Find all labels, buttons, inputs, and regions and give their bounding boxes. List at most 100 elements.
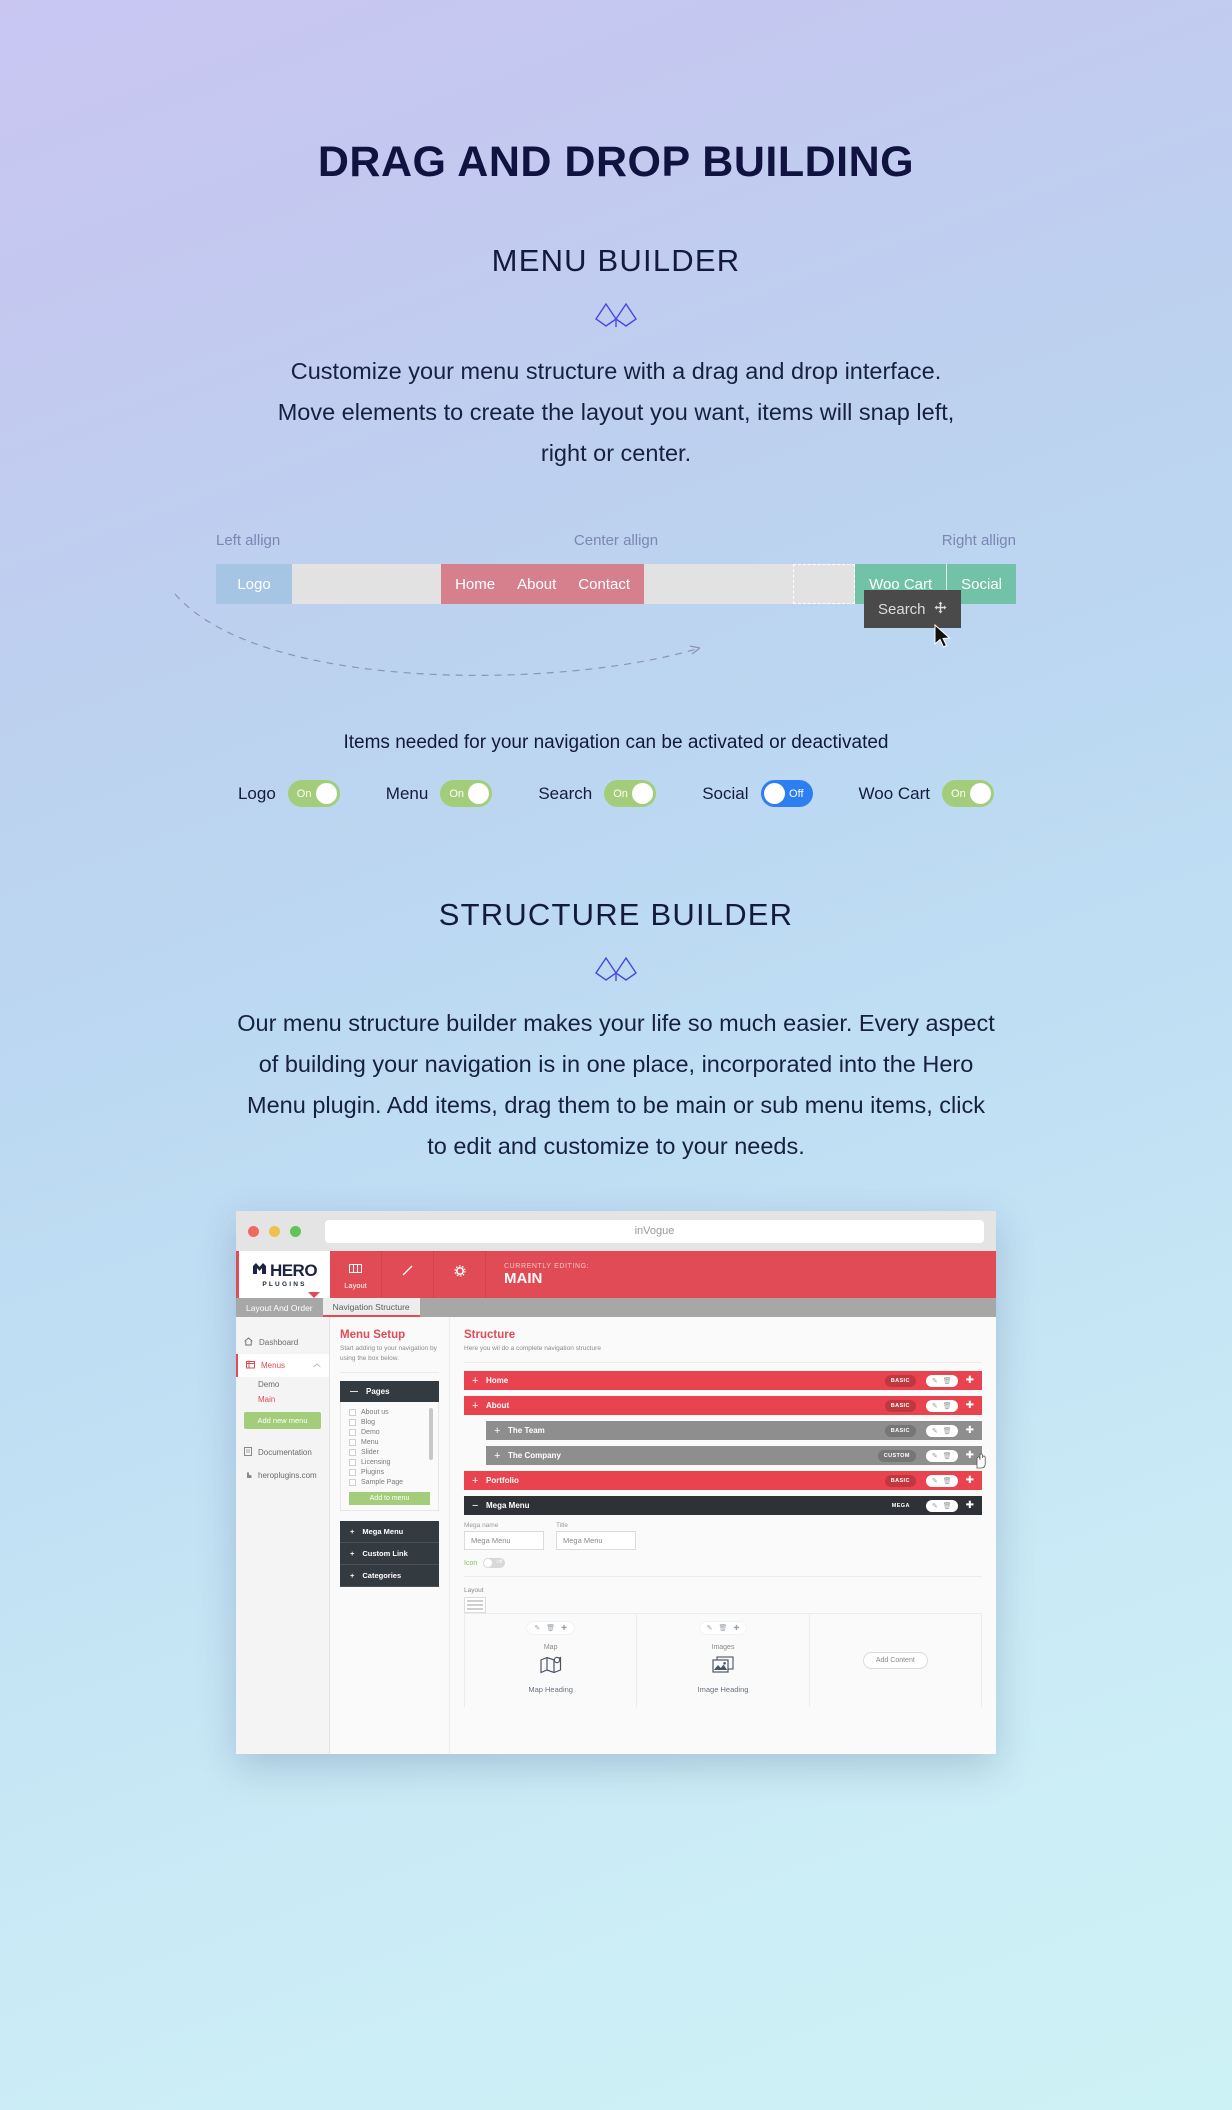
mega-name-input[interactable]: Mega Menu <box>464 1531 544 1550</box>
table-row[interactable]: + Portfolio BASIC ✎ 🗑 ✚ <box>464 1471 982 1490</box>
nav-center-group[interactable]: Home About Contact <box>441 564 644 604</box>
toggle-switch-woo-cart[interactable]: On <box>942 780 995 807</box>
list-item[interactable]: Plugins <box>349 1467 430 1477</box>
maximize-traffic-light-icon[interactable] <box>290 1225 301 1237</box>
expand-icon[interactable]: + <box>494 1425 508 1437</box>
row-actions[interactable]: ✎ 🗑 <box>925 1424 958 1437</box>
header-button-edit[interactable] <box>382 1251 434 1298</box>
content-block-map[interactable]: ✎ 🗑 ✚ Map Map Heading <box>465 1614 638 1707</box>
checkbox-icon[interactable] <box>349 1448 356 1456</box>
pencil-icon[interactable]: ✎ <box>932 1377 938 1385</box>
minimize-traffic-light-icon[interactable] <box>269 1225 280 1237</box>
trash-icon[interactable]: 🗑 <box>719 1624 728 1632</box>
checkbox-icon[interactable] <box>349 1418 356 1426</box>
list-item[interactable]: About us <box>349 1407 430 1417</box>
close-traffic-light-icon[interactable] <box>248 1225 259 1237</box>
plus-icon[interactable]: ✚ <box>733 1624 739 1632</box>
row-actions[interactable]: ✎ 🗑 <box>925 1474 958 1487</box>
toggle-switch-menu[interactable]: On <box>440 780 493 807</box>
table-row[interactable]: + The Team BASIC ✎ 🗑 ✚ <box>486 1421 982 1440</box>
row-actions[interactable]: ✎ 🗑 <box>925 1374 958 1387</box>
icon-toggle-switch[interactable]: Off <box>483 1558 506 1568</box>
header-button-layout[interactable]: Layout <box>330 1251 382 1298</box>
move-icon[interactable]: ✚ <box>966 1425 974 1436</box>
list-item[interactable]: Slider <box>349 1447 430 1457</box>
sidebar-submenu-demo[interactable]: Demo <box>236 1377 329 1392</box>
list-item[interactable]: Blog <box>349 1417 430 1427</box>
checkbox-icon[interactable] <box>349 1428 356 1436</box>
add-new-menu-button[interactable]: Add new menu <box>244 1412 321 1429</box>
collapse-icon[interactable]: − <box>472 1500 486 1512</box>
chevron-up-icon[interactable] <box>313 1361 321 1370</box>
table-row[interactable]: − Mega Menu MEGA ✎ 🗑 ✚ <box>464 1496 982 1515</box>
checkbox-icon[interactable] <box>349 1458 356 1466</box>
add-content-button[interactable]: Add Content <box>862 1652 928 1669</box>
accordion-custom-link[interactable]: + Custom Link <box>340 1543 439 1565</box>
pencil-icon[interactable]: ✎ <box>707 1624 713 1632</box>
nav-item-contact[interactable]: Contact <box>578 576 630 593</box>
add-to-menu-button[interactable]: Add to menu <box>349 1492 430 1505</box>
header-button-settings[interactable] <box>434 1251 486 1298</box>
move-icon[interactable]: ✚ <box>966 1450 974 1461</box>
expand-icon[interactable]: + <box>472 1475 486 1487</box>
move-icon[interactable]: ✚ <box>966 1375 974 1386</box>
accordion-mega-menu[interactable]: + Mega Menu <box>340 1521 439 1543</box>
nav-item-about[interactable]: About <box>517 576 556 593</box>
trash-icon[interactable]: 🗑 <box>943 1477 952 1485</box>
dragging-search-chip[interactable]: Search <box>864 590 961 628</box>
layout-grid-icon[interactable] <box>464 1597 486 1613</box>
block-actions[interactable]: ✎ 🗑 ✚ <box>527 1622 574 1634</box>
row-actions[interactable]: ✎ 🗑 <box>925 1449 958 1462</box>
row-actions[interactable]: ✎ 🗑 <box>925 1499 958 1512</box>
trash-icon[interactable]: 🗑 <box>943 1377 952 1385</box>
plus-icon[interactable]: ✚ <box>561 1624 567 1632</box>
tab-layout-and-order[interactable]: Layout And Order <box>236 1298 323 1317</box>
nav-logo-slot[interactable]: Logo <box>216 564 292 604</box>
move-icon[interactable]: ✚ <box>966 1500 974 1511</box>
checkbox-icon[interactable] <box>349 1408 356 1416</box>
table-row[interactable]: + The Company CUSTOM ✎ 🗑 ✚ <box>486 1446 986 1469</box>
pencil-icon[interactable]: ✎ <box>932 1452 938 1460</box>
title-input[interactable]: Mega Menu <box>556 1531 636 1550</box>
expand-icon[interactable]: + <box>494 1450 508 1462</box>
trash-icon[interactable]: 🗑 <box>546 1624 555 1632</box>
url-bar[interactable]: inVogue <box>325 1219 984 1243</box>
accordion-categories[interactable]: + Categories <box>340 1565 439 1587</box>
checkbox-icon[interactable] <box>349 1438 356 1446</box>
trash-icon[interactable]: 🗑 <box>943 1402 952 1410</box>
trash-icon[interactable]: 🗑 <box>943 1452 952 1460</box>
sidebar-submenu-main[interactable]: Main <box>236 1392 329 1407</box>
content-block-empty[interactable]: Add Content <box>810 1614 981 1707</box>
table-row[interactable]: + Home BASIC ✎ 🗑 ✚ <box>464 1371 982 1390</box>
tab-navigation-structure[interactable]: Navigation Structure <box>322 1298 420 1317</box>
expand-icon[interactable]: + <box>472 1375 486 1387</box>
list-item[interactable]: Menu <box>349 1437 430 1447</box>
table-row[interactable]: + About BASIC ✎ 🗑 ✚ <box>464 1396 982 1415</box>
scrollbar-thumb[interactable] <box>429 1408 433 1460</box>
pencil-icon[interactable]: ✎ <box>932 1427 938 1435</box>
move-icon[interactable]: ✚ <box>966 1400 974 1411</box>
sidebar-item-documentation[interactable]: Documentation <box>236 1441 329 1464</box>
checkbox-icon[interactable] <box>349 1478 356 1486</box>
pencil-icon[interactable]: ✎ <box>932 1502 938 1510</box>
expand-icon[interactable]: + <box>472 1400 486 1412</box>
sidebar-item-menus[interactable]: Menus <box>236 1354 329 1377</box>
pencil-icon[interactable]: ✎ <box>534 1624 540 1632</box>
checkbox-icon[interactable] <box>349 1468 356 1476</box>
toggle-switch-search[interactable]: On <box>604 780 657 807</box>
toggle-switch-logo[interactable]: On <box>287 780 340 807</box>
move-icon[interactable]: ✚ <box>966 1475 974 1486</box>
nav-item-home[interactable]: Home <box>455 576 495 593</box>
list-item[interactable]: Sample Page <box>349 1477 430 1487</box>
pencil-icon[interactable]: ✎ <box>932 1402 938 1410</box>
pencil-icon[interactable]: ✎ <box>932 1477 938 1485</box>
block-actions[interactable]: ✎ 🗑 ✚ <box>699 1622 747 1634</box>
content-block-images[interactable]: ✎ 🗑 ✚ Images Image Heading <box>637 1614 810 1707</box>
trash-icon[interactable]: 🗑 <box>943 1502 952 1510</box>
trash-icon[interactable]: 🗑 <box>943 1427 952 1435</box>
list-item[interactable]: Demo <box>349 1427 430 1437</box>
accordion-pages-header[interactable]: — Pages <box>340 1381 439 1402</box>
sidebar-item-dashboard[interactable]: Dashboard <box>236 1331 329 1354</box>
toggle-switch-social[interactable]: Off <box>760 780 813 807</box>
row-actions[interactable]: ✎ 🗑 <box>925 1399 958 1412</box>
